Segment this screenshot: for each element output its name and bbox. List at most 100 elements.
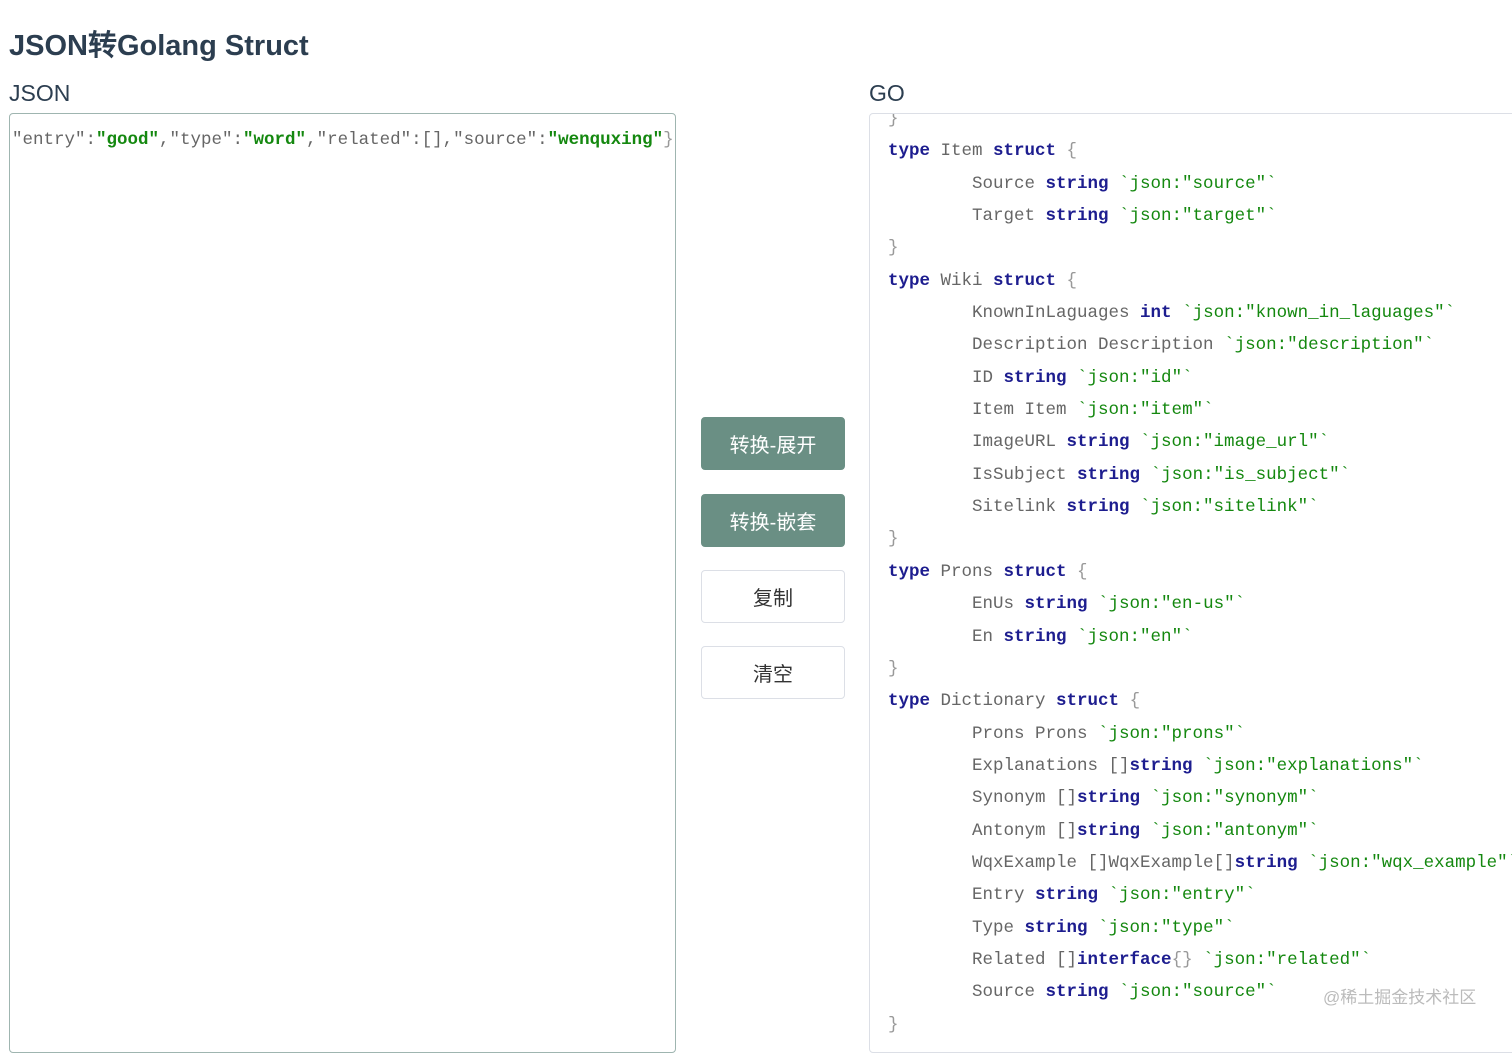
json-token: "good" [96,130,160,150]
code-line: } [888,232,1512,264]
code-token: {} [1171,949,1193,970]
code-token: Antonym [] [888,820,1078,841]
code-token: `json:"wqx_example"` [1297,852,1512,873]
code-token: string [1045,982,1109,1003]
code-token: type [888,561,931,582]
code-token: type [888,270,931,291]
code-token: struct [1003,561,1067,582]
page-title: JSON转Golang Struct [9,30,309,62]
code-token: string [1066,432,1130,453]
code-line: } [888,653,1512,685]
code-token: string [1024,594,1088,615]
code-token: Item Item [888,400,1078,421]
code-token: `json:"is_subject"` [1140,464,1351,485]
code-token: `json:"related"` [1192,949,1372,970]
code-token: type [888,691,931,712]
code-token: } [888,113,899,129]
code-line: ImageURL string `json:"image_url"` [888,426,1512,458]
code-token: string [1077,464,1141,485]
code-line: Antonym []string `json:"antonym"` [888,815,1512,847]
code-token: Prons [930,561,1004,582]
code-token: Type [888,917,1025,938]
json-token: ,"type": [159,130,244,150]
code-token: `json:"target"` [1108,206,1277,227]
json-input-text[interactable]: "entry":"good","type":"word","related":[… [12,130,675,150]
code-token: `json:"entry"` [1098,885,1256,906]
code-token: Related [] [888,949,1078,970]
copy-button[interactable]: 复制 [701,570,845,623]
code-token: int [1140,303,1172,324]
code-line: } [888,523,1512,555]
convert-expand-button[interactable]: 转换-展开 [701,417,845,470]
code-token: } [888,658,899,679]
code-token: { [1066,561,1088,582]
code-token: { [1056,141,1078,162]
code-token: Synonym [] [888,788,1078,809]
code-line: Description Description `json:"descripti… [888,329,1512,361]
code-token: type [888,141,931,162]
code-token: `json:"source"` [1108,173,1277,194]
code-line: Prons Prons `json:"prons"` [888,718,1512,750]
code-line: type Dictionary struct { [888,685,1512,717]
code-token: En [888,626,1004,647]
json-token: "wenquxing" [547,130,664,150]
code-line: En string `json:"en"` [888,621,1512,653]
code-line: Synonym []string `json:"synonym"` [888,782,1512,814]
code-token: string [1077,788,1141,809]
code-token: `json:"source"` [1108,982,1277,1003]
code-line: KnownInLaguages int `json:"known_in_lagu… [888,297,1512,329]
code-token: ID [888,367,1004,388]
code-line: Type string `json:"type"` [888,912,1512,944]
code-token: { [1119,691,1141,712]
code-line: Target string `json:"target"` [888,200,1512,232]
code-token: `json:"prons"` [1098,723,1246,744]
json-token: ,"related":[],"source": [306,130,548,150]
code-token: IsSubject [888,464,1078,485]
code-token: WqxExample []WqxExample[] [888,852,1235,873]
code-token: EnUs [888,594,1025,615]
code-token: `json:"known_in_laguages"` [1171,303,1456,324]
code-line: } [888,1009,1512,1041]
code-token: Explanations [] [888,755,1130,776]
code-line: type Prons struct { [888,556,1512,588]
code-token: Target [888,206,1046,227]
code-token: struct [993,141,1057,162]
code-token: ImageURL [888,432,1067,453]
code-token: string [1234,852,1298,873]
json-token: "entry": [12,130,97,150]
code-token: `json:"sitelink"` [1129,497,1319,518]
code-line: Item Item `json:"item"` [888,394,1512,426]
code-token: } [888,529,899,550]
code-token: Entry [888,885,1036,906]
go-code: } type Item struct { Source string `json:… [888,113,1512,1041]
code-line: type Item struct { [888,135,1512,167]
code-token: string [1066,497,1130,518]
code-token: string [1045,206,1109,227]
code-token: Wiki [930,270,994,291]
code-line: ID string `json:"id"` [888,362,1512,394]
code-token: Prons Prons [888,723,1099,744]
code-token: string [1024,917,1088,938]
code-token: struct [993,270,1057,291]
code-token: `json:"id"` [1066,367,1193,388]
convert-nested-button[interactable]: 转换-嵌套 [701,494,845,547]
code-line: Source string `json:"source"` [888,168,1512,200]
code-token: string [1045,173,1109,194]
code-line: Sitelink string `json:"sitelink"` [888,491,1512,523]
code-line: Entry string `json:"entry"` [888,879,1512,911]
code-token: Description Description [888,335,1225,356]
json-token: }} [663,130,675,150]
json-input[interactable]: "entry":"good","type":"word","related":[… [9,113,676,1053]
code-token: } [888,238,899,259]
code-token: string [1129,755,1193,776]
clear-button[interactable]: 清空 [701,646,845,699]
code-token: KnownInLaguages [888,303,1141,324]
code-token: string [1003,626,1067,647]
code-token: string [1035,885,1099,906]
code-token: `json:"item"` [1077,400,1214,421]
go-output[interactable]: } type Item struct { Source string `json:… [869,113,1512,1053]
code-line: Related []interface{} `json:"related"` [888,944,1512,976]
code-token: Item [930,141,994,162]
code-line: Explanations []string `json:"explanation… [888,750,1512,782]
code-line: EnUs string `json:"en-us"` [888,588,1512,620]
